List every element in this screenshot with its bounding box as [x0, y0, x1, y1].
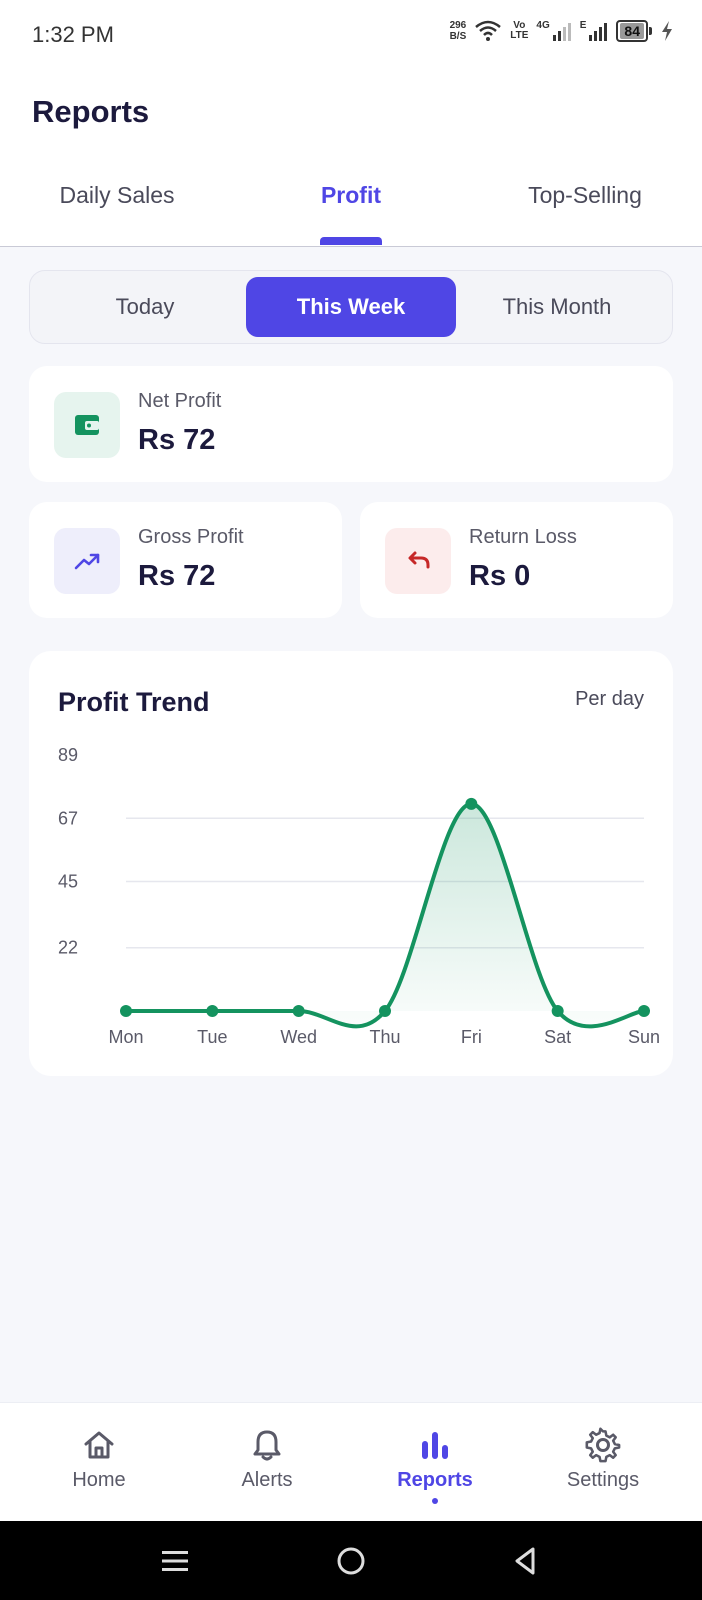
net-profit-label: Net Profit [138, 390, 222, 412]
battery-icon: 84 [616, 20, 652, 42]
profit-trend-card: Profit Trend Per day 89 67 45 22 Mon Tue Wed Th… [29, 651, 673, 1076]
y-tick-label: 67 [58, 808, 78, 828]
status-time: 1:32 PM [32, 22, 114, 47]
status-icons: 296 B/S Vo LTE 4G E 84 [450, 20, 674, 42]
nav-alerts[interactable]: Alerts [179, 1425, 355, 1492]
gross-profit-value: Rs 72 [138, 560, 216, 592]
period-this-week-button[interactable]: This Week [246, 277, 456, 337]
app-header: Reports Daily Sales Profit Top-Selling [0, 72, 702, 247]
signal-4g: 4G [536, 21, 571, 41]
y-tick-label: 22 [58, 938, 78, 958]
active-tab-indicator [320, 237, 382, 245]
bell-icon [179, 1425, 355, 1465]
bottom-navigation: Home Alerts Reports Settings [0, 1402, 702, 1521]
gear-icon [515, 1425, 691, 1465]
gross-profit-label: Gross Profit [138, 526, 244, 548]
net-profit-value: Rs 72 [138, 424, 216, 456]
data-point [120, 1005, 132, 1017]
tab-daily-sales[interactable]: Daily Sales [0, 182, 234, 209]
return-loss-card: Return Loss Rs 0 [360, 502, 673, 618]
x-tick-label: Tue [197, 1027, 227, 1047]
y-tick-label: 45 [58, 872, 78, 892]
gross-profit-card: Gross Profit Rs 72 [29, 502, 342, 618]
trending-up-icon [54, 528, 120, 594]
x-tick-label: Sat [544, 1027, 571, 1047]
net-profit-card: Net Profit Rs 72 [29, 366, 673, 482]
bar-chart-icon [347, 1425, 523, 1465]
x-tick-label: Mon [108, 1027, 143, 1047]
wallet-icon [54, 392, 120, 458]
charging-icon [662, 21, 672, 41]
nav-alerts-label: Alerts [241, 1469, 293, 1491]
series-line [124, 801, 646, 1029]
nav-home-label: Home [72, 1469, 126, 1491]
wifi-icon [475, 20, 502, 41]
x-tick-label: Wed [280, 1027, 317, 1047]
nav-settings[interactable]: Settings [515, 1425, 691, 1492]
back-icon[interactable] [504, 1539, 548, 1583]
data-point [638, 1005, 650, 1017]
status-bar: 1:32 PM 296 B/S Vo LTE 4G E 84 [0, 0, 702, 72]
tab-top-selling[interactable]: Top-Selling [468, 182, 702, 209]
x-tick-label: Thu [369, 1027, 400, 1047]
nav-reports[interactable]: Reports [347, 1425, 523, 1504]
return-loss-label: Return Loss [469, 526, 577, 548]
network-speed: 296 B/S [449, 20, 467, 42]
x-tick-label: Fri [461, 1027, 482, 1047]
volte-icon: Vo LTE [510, 20, 529, 41]
nav-reports-label: Reports [397, 1469, 473, 1491]
tab-profit[interactable]: Profit [234, 182, 468, 209]
data-point [206, 1005, 219, 1017]
data-point [465, 797, 478, 810]
return-loss-value: Rs 0 [469, 560, 531, 592]
y-tick-label: 89 [58, 745, 78, 765]
profit-trend-chart: 89 67 45 22 Mon Tue Wed Thu Fri Sat Sun [58, 745, 660, 1047]
data-point [551, 1005, 564, 1017]
signal-e: E [580, 21, 609, 41]
signal-icon [589, 23, 608, 41]
active-nav-indicator [432, 1498, 438, 1504]
period-today-button[interactable]: Today [40, 277, 250, 337]
nav-home[interactable]: Home [11, 1425, 187, 1492]
page-title: Reports [32, 94, 150, 129]
x-tick-label: Sun [628, 1027, 660, 1047]
report-tabs: Daily Sales Profit Top-Selling [0, 182, 702, 246]
nav-settings-label: Settings [566, 1469, 640, 1491]
data-point [292, 1005, 305, 1017]
menu-icon[interactable] [153, 1539, 197, 1583]
home-icon [11, 1425, 187, 1465]
home-circle-icon[interactable] [329, 1539, 373, 1583]
data-point [379, 1005, 391, 1017]
signal-icon [552, 23, 571, 41]
series-area [126, 803, 644, 1027]
system-navigation-bar [0, 1521, 702, 1600]
period-this-month-button[interactable]: This Month [452, 277, 662, 337]
undo-icon [385, 528, 451, 594]
period-selector: Today This Week This Month [29, 270, 673, 344]
